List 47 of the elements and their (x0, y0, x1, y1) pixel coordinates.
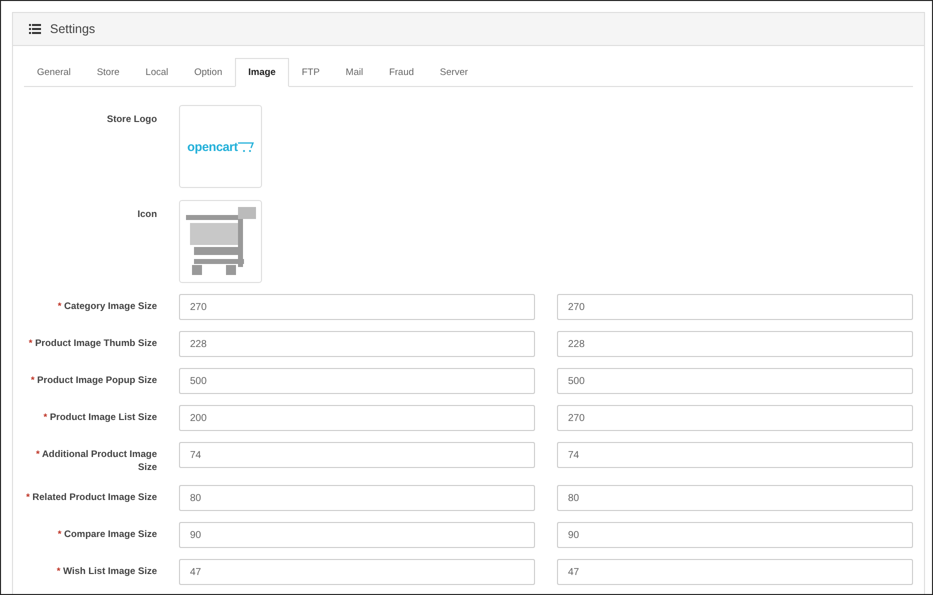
required-mark: * (58, 301, 62, 312)
tab[interactable]: Mail (332, 58, 376, 87)
tab[interactable]: Local (132, 58, 182, 87)
width-input[interactable]: 90 (179, 522, 535, 548)
label-text: Related Product Image Size (32, 492, 157, 503)
required-mark: * (26, 492, 30, 503)
tab[interactable]: General (24, 58, 84, 87)
label-text: Compare Image Size (64, 529, 157, 540)
field-label: Store Logo (106, 113, 157, 126)
tab[interactable]: Store (84, 58, 133, 87)
width-input[interactable]: 74 (179, 442, 535, 468)
height-input[interactable]: 74 (557, 442, 913, 468)
required-mark: * (58, 529, 62, 540)
height-input[interactable]: 228 (557, 331, 913, 357)
width-input[interactable]: 47 (179, 559, 535, 585)
tab[interactable]: Image (235, 58, 289, 87)
height-input[interactable]: 270 (557, 294, 913, 320)
required-mark: * (36, 449, 40, 460)
height-input[interactable]: 80 (557, 485, 913, 511)
tab[interactable]: Fraud (376, 58, 427, 87)
required-mark: * (30, 375, 35, 386)
height-input[interactable]: 500 (557, 368, 913, 394)
required-mark: * (56, 566, 60, 577)
required-mark: * (43, 412, 48, 423)
label-text: Wish List Image Size (63, 566, 157, 577)
field-label: Icon (136, 208, 157, 221)
list-icon (29, 24, 41, 34)
width-input[interactable]: 270 (179, 294, 535, 320)
width-input[interactable]: 200 (179, 405, 535, 431)
tab[interactable]: Option (181, 58, 236, 87)
label-text: Category Image Size (64, 301, 157, 312)
panel-title: Settings (50, 22, 96, 36)
label-text: Product Image Thumb Size (35, 338, 157, 349)
width-input[interactable]: 500 (179, 368, 535, 394)
required-mark: * (28, 338, 32, 349)
width-input[interactable]: 228 (179, 331, 535, 357)
width-input[interactable]: 80 (179, 485, 535, 511)
height-input[interactable]: 90 (557, 522, 913, 548)
height-input[interactable]: 47 (557, 559, 913, 585)
tab[interactable]: FTP (288, 58, 333, 87)
logo-text: opencart (187, 140, 238, 154)
height-input[interactable]: 270 (557, 405, 913, 431)
label-text: Additional Product Image Size (42, 449, 157, 473)
image-thumbnail[interactable] (179, 200, 262, 283)
label-text: Product Image Popup Size (37, 375, 157, 386)
label-text: Product Image List Size (50, 412, 157, 423)
tab[interactable]: Server (426, 58, 481, 87)
